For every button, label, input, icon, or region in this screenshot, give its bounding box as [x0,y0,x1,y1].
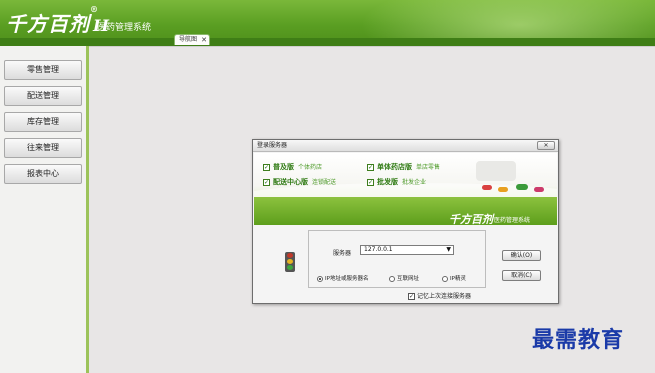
ok-button[interactable]: 确认(O) [502,250,541,261]
app-logo: 千方百剂 II ® [6,4,110,37]
sidebar-item-reports[interactable]: 报表中心 [4,164,82,184]
radio-ip-wizard[interactable]: IP精灵 [442,274,466,282]
server-value: 127.0.0.1 [364,246,393,253]
radio-label: IP精灵 [450,276,466,282]
tab-label: 导航图 [179,36,198,43]
server-group: 服务器 127.0.0.1 ▼ IP地址或服务器名 互联网址 IP精灵 [308,230,486,288]
dialog-close-icon[interactable]: ✕ [537,141,555,150]
feature-wholesale-edition: ✓ 批发版 批发企业 [367,177,426,187]
medicine-bottle-image [476,161,516,181]
feature-distribution-edition: ✓ 配送中心版 连锁配送 [263,177,336,187]
logo-text: 千方百剂 [6,12,90,36]
dialog-banner: ✓ 普及版 个体药店 ✓ 单体药店版 单店零售 ✓ 配送中心版 连锁配送 ✓ 批发版 批发企业 … [254,153,557,225]
feature-desc: 批发企业 [402,179,427,186]
server-select[interactable]: 127.0.0.1 ▼ [360,245,454,255]
tab-navigation-map[interactable]: 导航图 ✕ [174,34,210,45]
tab-close-icon[interactable]: ✕ [201,35,207,45]
checkbox-checked-icon: ✓ [408,293,415,300]
sidebar-item-inventory[interactable]: 库存管理 [4,112,82,132]
watermark-text: 最需教育 [532,327,625,353]
radio-label: IP地址或服务器名 [325,276,369,282]
pill-image [498,187,508,192]
radio-label: 互联网址 [397,276,420,282]
feature-name: 批发版 [377,178,398,186]
sidebar: 零售管理 配送管理 库存管理 往来管理 报表中心 [0,46,89,373]
sidebar-item-retail[interactable]: 零售管理 [4,60,82,80]
feature-name: 普及版 [273,163,294,171]
check-icon: ✓ [263,163,270,171]
feature-single-store-edition: ✓ 单体药店版 单店零售 [367,162,440,172]
feature-desc: 个体药店 [298,164,323,171]
logo-registered-mark: ® [90,4,99,14]
radio-ip-or-server-name[interactable]: IP地址或服务器名 [317,274,368,282]
feature-desc: 连锁配送 [312,179,337,186]
radio-icon [389,275,395,282]
pill-image [534,187,544,192]
banner-logo: 千方百剂 [449,213,493,225]
cancel-button[interactable]: 取消(C) [502,270,541,281]
radio-icon [442,275,448,282]
app-title: 医药管理系统 [97,23,152,33]
feature-basic-edition: ✓ 普及版 个体药店 [263,162,322,172]
pill-image [516,184,528,190]
feature-name: 配送中心版 [273,178,308,186]
traffic-light-icon [285,252,295,272]
login-server-dialog: 登录服务器 ✕ ✓ 普及版 个体药店 ✓ 单体药店版 单店零售 ✓ 配送中心版 连锁配送 ✓… [252,139,559,304]
sidebar-item-accounts[interactable]: 往来管理 [4,138,82,158]
remember-server-checkbox[interactable]: ✓ 记忆上次连接服务器 [408,291,471,300]
server-label: 服务器 [333,250,352,257]
remember-label: 记忆上次连接服务器 [417,293,472,300]
sidebar-item-distribution[interactable]: 配送管理 [4,86,82,106]
pill-image [482,185,492,190]
feature-name: 单体药店版 [377,163,412,171]
tab-strip [0,38,655,46]
check-icon: ✓ [367,163,374,171]
banner-subtitle: 医药管理系统 [494,217,531,224]
dropdown-arrow-icon[interactable]: ▼ [446,246,451,254]
check-icon: ✓ [367,178,374,186]
dialog-title: 登录服务器 [253,140,558,152]
radio-internet-address[interactable]: 互联网址 [389,274,419,282]
feature-desc: 单店零售 [416,164,441,171]
check-icon: ✓ [263,178,270,186]
radio-selected-icon [317,275,323,282]
